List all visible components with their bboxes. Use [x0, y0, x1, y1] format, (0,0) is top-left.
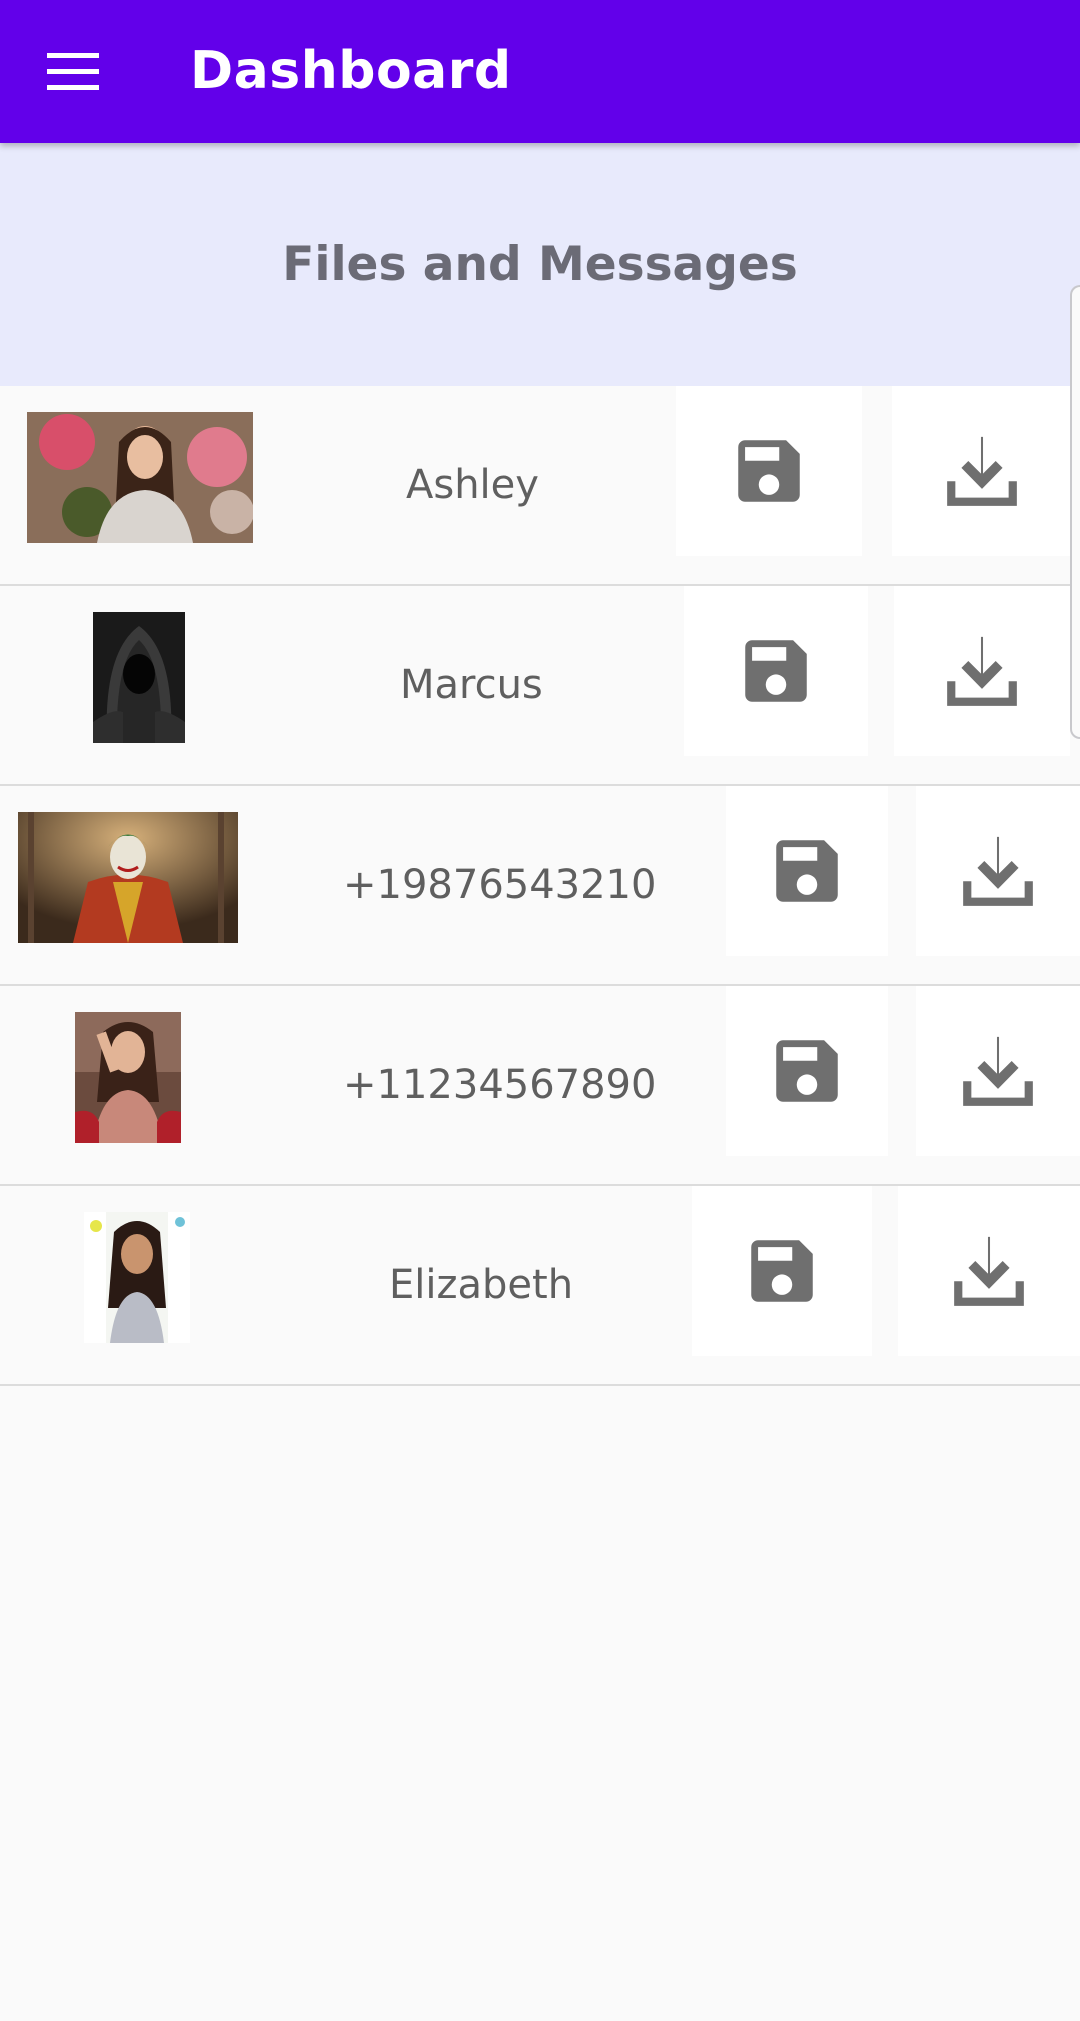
list-item[interactable]: +11234567890 [0, 986, 1080, 1186]
contact-name: +19876543210 [343, 862, 657, 908]
app-bar: Dashboard [0, 0, 1080, 143]
save-icon [745, 640, 807, 702]
list-item[interactable]: +19876543210 [0, 786, 1080, 986]
download-icon [963, 836, 1033, 906]
contact-list: Ashley Marcus +19876543210 +11234567890 … [0, 386, 1080, 1386]
download-icon [954, 1236, 1024, 1306]
save-button[interactable] [676, 386, 862, 556]
save-icon [776, 1040, 838, 1102]
contact-name: +11234567890 [343, 1062, 657, 1108]
menu-button[interactable] [24, 22, 122, 120]
list-item[interactable]: Elizabeth [0, 1186, 1080, 1386]
list-item[interactable]: Ashley [0, 386, 1080, 586]
download-icon [947, 636, 1017, 706]
download-icon [963, 1036, 1033, 1106]
side-drawer-handle[interactable] [1070, 285, 1080, 739]
save-icon [738, 440, 800, 502]
contact-name: Ashley [406, 462, 539, 508]
contact-photo [84, 1212, 190, 1343]
contact-name: Elizabeth [389, 1262, 574, 1308]
app-title: Dashboard [190, 41, 512, 101]
download-button[interactable] [916, 786, 1080, 956]
save-button[interactable] [692, 1186, 872, 1356]
save-button[interactable] [726, 986, 888, 1156]
section-title: Files and Messages [282, 237, 798, 292]
contact-photo [75, 1012, 181, 1143]
list-item[interactable]: Marcus [0, 586, 1080, 786]
contact-photo [93, 612, 185, 743]
save-icon [776, 840, 838, 902]
save-button[interactable] [726, 786, 888, 956]
download-button[interactable] [916, 986, 1080, 1156]
contact-name: Marcus [400, 662, 543, 708]
download-button[interactable] [892, 386, 1072, 556]
menu-icon [47, 53, 99, 90]
contact-photo [18, 812, 238, 943]
section-header: Files and Messages [0, 143, 1080, 386]
download-button[interactable] [898, 1186, 1080, 1356]
contact-photo [27, 412, 253, 543]
save-icon [751, 1240, 813, 1302]
save-button[interactable] [684, 586, 868, 756]
download-icon [947, 436, 1017, 506]
download-button[interactable] [894, 586, 1070, 756]
